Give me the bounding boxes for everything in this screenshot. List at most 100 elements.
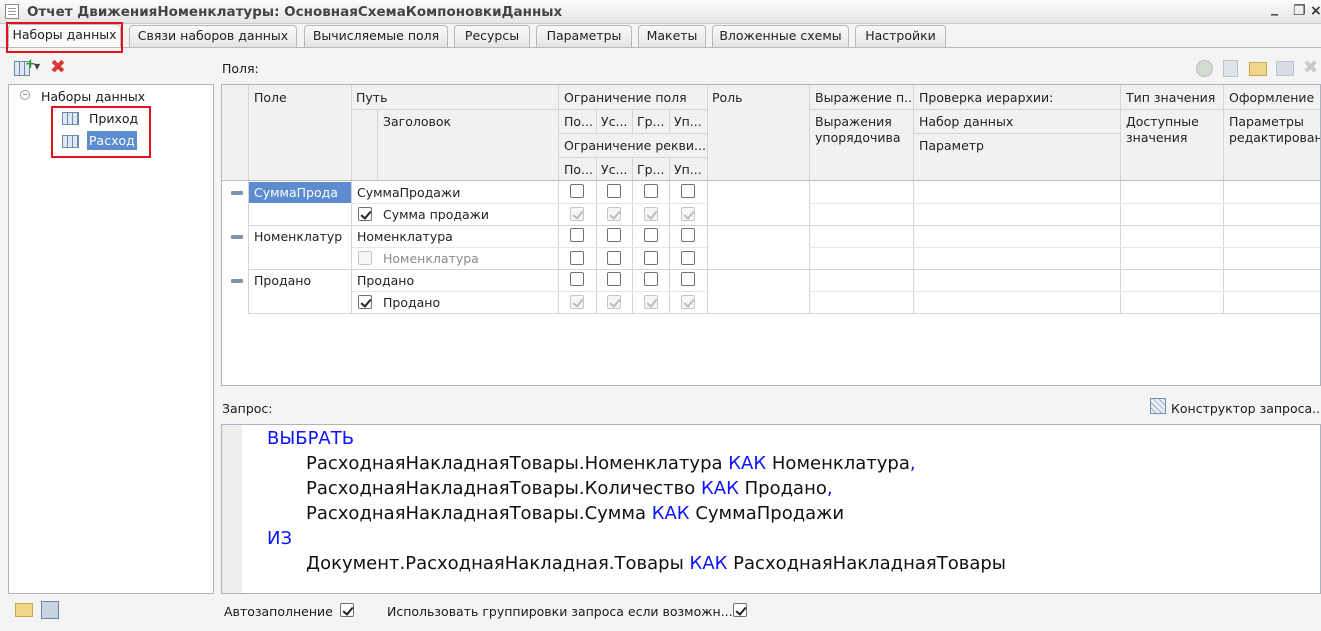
copy-field-icon[interactable] <box>1223 60 1238 77</box>
header-hierarchy-dataset[interactable]: Набор данных <box>919 114 1013 129</box>
header-title[interactable]: Заголовок <box>383 114 451 129</box>
tab-layouts[interactable]: Макеты <box>638 25 706 47</box>
save-icon[interactable] <box>41 601 59 619</box>
row2-r3-checkbox[interactable] <box>644 228 658 242</box>
row3-r2-checkbox[interactable] <box>607 272 621 286</box>
header-a2[interactable]: Ус... <box>601 162 630 177</box>
query-designer-icon[interactable] <box>1150 398 1166 414</box>
fields-label: Поля: <box>222 61 259 76</box>
row3-a3-checkbox[interactable] <box>644 295 658 309</box>
query-expr: РасходнаяНакладнаяТовары.Номенклатура <box>306 453 723 474</box>
row3-r4-checkbox[interactable] <box>681 272 695 286</box>
row1-r4-checkbox[interactable] <box>681 184 695 198</box>
close-icon[interactable]: × <box>1310 3 1321 19</box>
fields-grid[interactable]: Поле Путь Заголовок Ограничение поля По.… <box>221 84 1321 386</box>
header-format[interactable]: Оформление <box>1229 90 1314 105</box>
header-r3[interactable]: Гр... <box>637 114 667 129</box>
autofill-label: Автозаполнение <box>224 604 333 619</box>
header-r1[interactable]: По... <box>564 114 594 129</box>
row3-field[interactable]: Продано <box>254 273 311 288</box>
title-bar: Отчет ДвиженияНоменклатуры: ОсновнаяСхем… <box>0 0 1321 24</box>
tab-dataset-links[interactable]: Связи наборов данных <box>129 25 297 47</box>
query-label: Запрос: <box>222 401 273 416</box>
row3-a1-checkbox[interactable] <box>570 295 584 309</box>
row3-r1-checkbox[interactable] <box>570 272 584 286</box>
row3-title-checkbox[interactable] <box>358 295 372 309</box>
row2-r4-checkbox[interactable] <box>681 228 695 242</box>
row1-field[interactable]: СуммаПрода <box>249 182 351 203</box>
collapse-row-icon[interactable] <box>231 235 243 239</box>
row2-a2-checkbox[interactable] <box>607 251 621 265</box>
row2-a4-checkbox[interactable] <box>681 251 695 265</box>
dropdown-arrow-icon[interactable]: ▼ <box>34 62 40 71</box>
row1-r1-checkbox[interactable] <box>570 184 584 198</box>
header-expression[interactable]: Выражение п... <box>815 90 911 105</box>
header-field[interactable]: Поле <box>254 90 287 105</box>
row3-title[interactable]: Продано <box>383 295 440 310</box>
use-grouping-checkbox[interactable] <box>733 603 747 617</box>
row2-r2-checkbox[interactable] <box>607 228 621 242</box>
header-order-expression[interactable]: Выражения упорядочива <box>815 114 911 146</box>
collapse-row-icon[interactable] <box>231 191 243 195</box>
query-line-2: РасходнаяНакладнаяТовары.Количество КАК … <box>306 478 833 499</box>
row2-a3-checkbox[interactable] <box>644 251 658 265</box>
window-title: Отчет ДвиженияНоменклатуры: ОсновнаяСхем… <box>27 4 563 20</box>
header-hierarchy[interactable]: Проверка иерархии: <box>919 90 1053 105</box>
header-r4[interactable]: Уп... <box>674 114 705 129</box>
tab-nested-schemas[interactable]: Вложенные схемы <box>712 25 849 47</box>
query-designer-button[interactable]: Конструктор запроса... <box>1171 401 1321 416</box>
delete-icon[interactable]: ✖ <box>50 56 66 78</box>
header-r2[interactable]: Ус... <box>601 114 630 129</box>
tree-root[interactable]: Наборы данных <box>41 89 145 104</box>
row1-title[interactable]: Сумма продажи <box>383 207 489 222</box>
header-hierarchy-parameter[interactable]: Параметр <box>919 138 984 153</box>
tab-settings[interactable]: Настройки <box>855 25 946 47</box>
row1-r2-checkbox[interactable] <box>607 184 621 198</box>
dataset-tree[interactable]: – Наборы данных Приход Расход <box>8 84 214 594</box>
row1-r3-checkbox[interactable] <box>644 184 658 198</box>
query-editor[interactable]: ВЫБРАТЬ РасходнаяНакладнаяТовары.Номенкл… <box>221 424 1321 594</box>
restore-icon[interactable]: ❐ <box>1293 3 1306 19</box>
row2-title[interactable]: Номенклатура <box>383 251 479 266</box>
add-table-icon[interactable] <box>1276 61 1294 76</box>
row2-field[interactable]: Номенклатур <box>254 229 349 244</box>
row1-a3-checkbox[interactable] <box>644 207 658 221</box>
tab-resources[interactable]: Ресурсы <box>454 25 530 47</box>
header-available-values[interactable]: Доступные значения <box>1126 114 1216 146</box>
header-value-type[interactable]: Тип значения <box>1126 90 1215 105</box>
row2-path[interactable]: Номенклатура <box>357 229 453 244</box>
query-comma: , <box>909 453 916 474</box>
query-expr: РасходнаяНакладнаяТовары.Сумма <box>306 503 646 524</box>
use-grouping-label: Использовать группировки запроса если во… <box>387 604 733 619</box>
header-role[interactable]: Роль <box>712 90 743 105</box>
header-a4[interactable]: Уп... <box>674 162 705 177</box>
autofill-checkbox[interactable] <box>340 603 354 617</box>
remove-field-icon[interactable]: ✖ <box>1303 57 1318 78</box>
header-path[interactable]: Путь <box>356 90 387 105</box>
row3-r3-checkbox[interactable] <box>644 272 658 286</box>
header-edit-params[interactable]: Параметры редактирован <box>1229 114 1320 146</box>
row2-title-checkbox[interactable] <box>358 251 372 265</box>
add-folder-icon[interactable] <box>1249 62 1267 76</box>
row1-a4-checkbox[interactable] <box>681 207 695 221</box>
open-folder-icon[interactable] <box>15 603 33 617</box>
tab-parameters[interactable]: Параметры <box>536 25 632 47</box>
row1-path[interactable]: СуммаПродажи <box>357 185 460 200</box>
collapse-icon[interactable]: – <box>20 90 30 100</box>
row1-a2-checkbox[interactable] <box>607 207 621 221</box>
row2-r1-checkbox[interactable] <box>570 228 584 242</box>
row3-path[interactable]: Продано <box>357 273 414 288</box>
minimize-icon[interactable]: _ <box>1271 0 1278 16</box>
row3-a4-checkbox[interactable] <box>681 295 695 309</box>
collapse-row-icon[interactable] <box>231 279 243 283</box>
header-restriction[interactable]: Ограничение поля <box>564 90 687 105</box>
tab-calculated-fields[interactable]: Вычисляемые поля <box>304 25 448 47</box>
row2-a1-checkbox[interactable] <box>570 251 584 265</box>
header-a1[interactable]: По... <box>564 162 594 177</box>
header-restriction-attr[interactable]: Ограничение рекви... <box>564 138 706 153</box>
row3-a2-checkbox[interactable] <box>607 295 621 309</box>
row1-title-checkbox[interactable] <box>358 207 372 221</box>
header-a3[interactable]: Гр... <box>637 162 667 177</box>
row1-a1-checkbox[interactable] <box>570 207 584 221</box>
add-field-icon[interactable] <box>1196 60 1213 77</box>
